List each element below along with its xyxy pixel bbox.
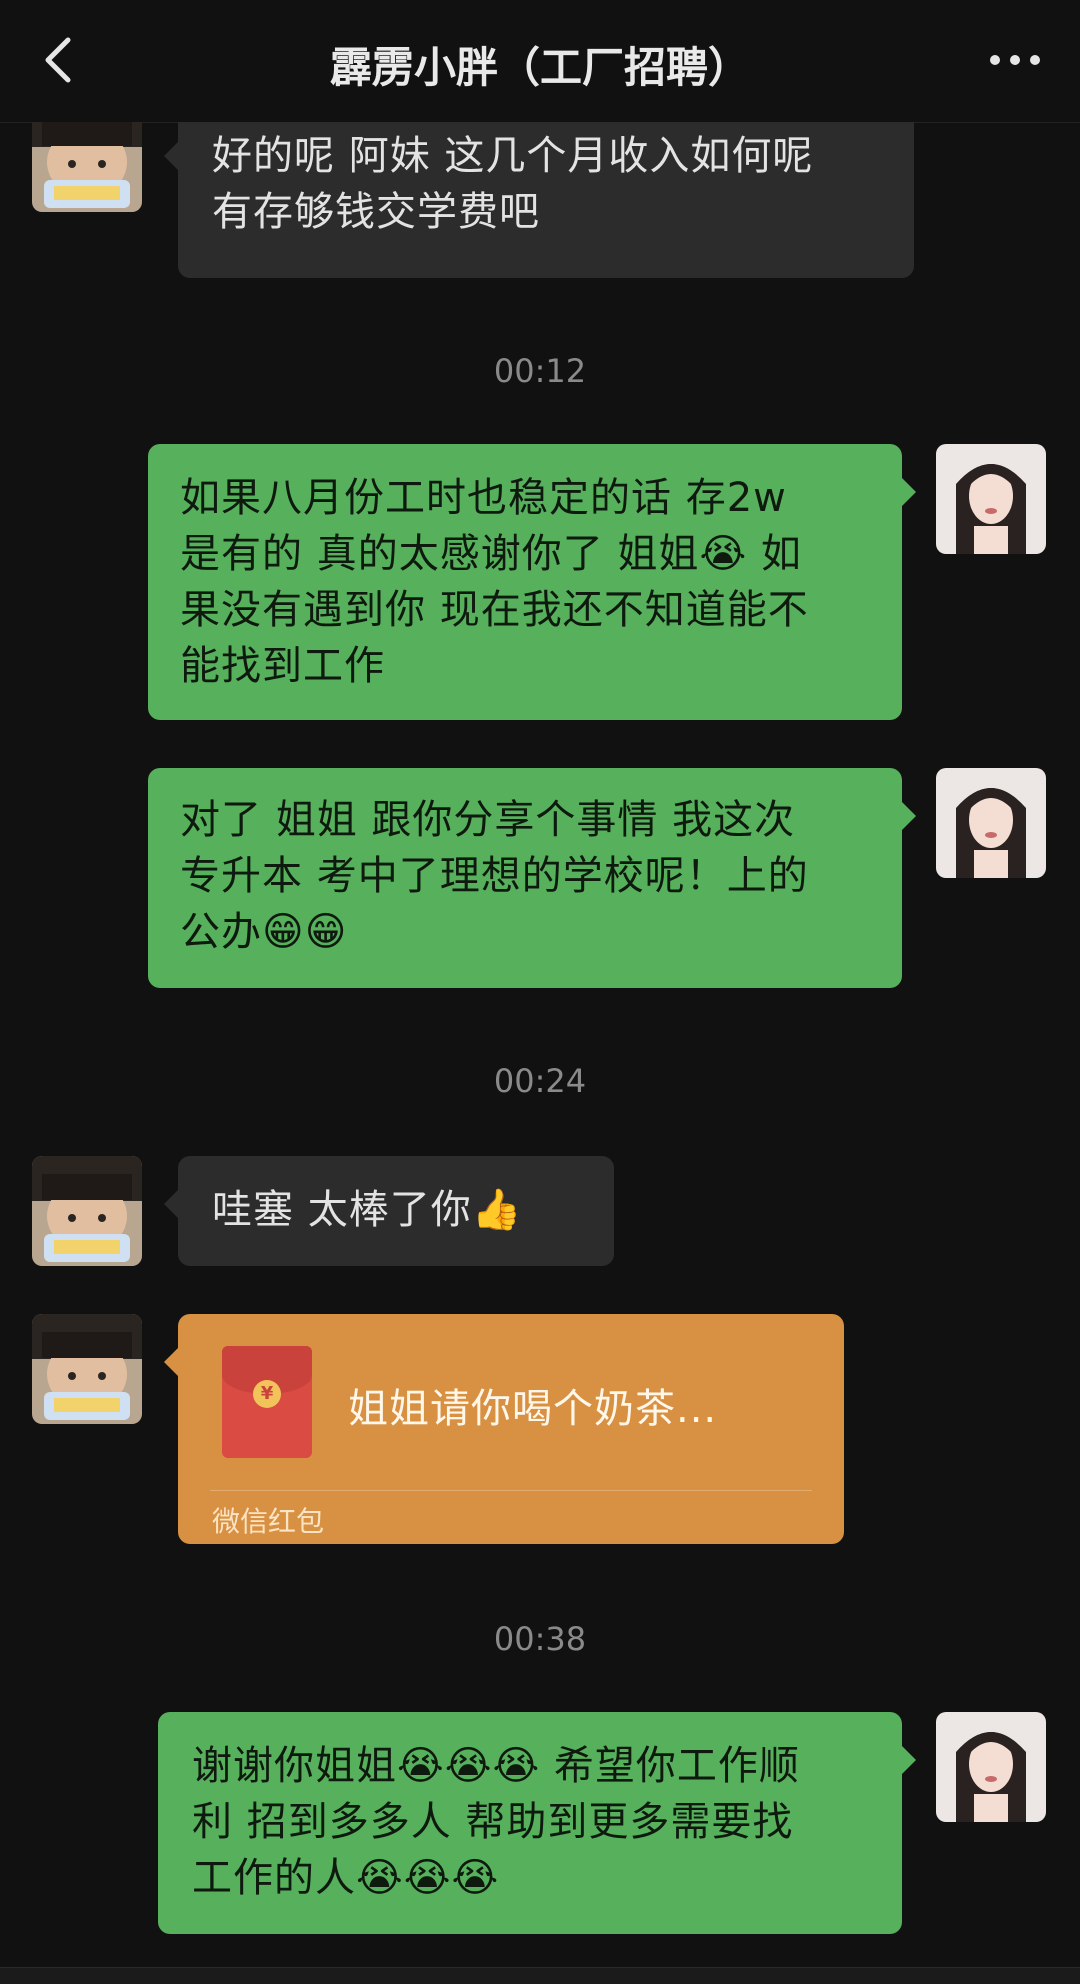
chat-header: 霹雳小胖（工厂招聘）	[0, 0, 1080, 123]
my-avatar[interactable]	[936, 1712, 1046, 1822]
red-packet-icon: ¥	[222, 1346, 312, 1458]
message-bubble[interactable]: 如果八月份工时也稳定的话 存2w 是有的 真的太感谢你了 姐姐😭 如 果没有遇到…	[148, 444, 916, 720]
my-avatar[interactable]	[936, 768, 1046, 878]
chat-title: 霹雳小胖（工厂招聘）	[329, 43, 750, 92]
message-line: 公办😁😁	[180, 909, 348, 955]
contact-avatar[interactable]	[32, 1314, 142, 1424]
message-line: 是有的 真的太感谢你了 姐姐😭 如	[180, 531, 802, 577]
back-button[interactable]	[30, 30, 90, 90]
message-bubble[interactable]: 谢谢你姐姐😭😭😭 希望你工作顺 利 招到多多人 帮助到更多需要找 工作的人😭😭😭	[158, 1712, 916, 1934]
divider	[210, 1490, 812, 1491]
more-dots-icon	[990, 55, 1040, 65]
message-bubble[interactable]: 哇塞 太棒了你👍	[164, 1156, 614, 1266]
contact-avatar[interactable]	[32, 1156, 142, 1266]
message-line: 果没有遇到你 现在我还不知道能不	[180, 587, 809, 633]
timestamp: 00:12	[493, 352, 587, 390]
message-line: 谢谢你姐姐😭😭😭 希望你工作顺	[192, 1743, 800, 1789]
timestamp: 00:38	[493, 1620, 587, 1658]
message-bubble[interactable]: 好的呢 阿妹 这几个月收入如何呢 有存够钱交学费吧	[164, 122, 914, 278]
contact-avatar[interactable]	[32, 122, 142, 212]
message-line: 利 招到多多人 帮助到更多需要找	[192, 1799, 794, 1845]
message-line: 有存够钱交学费吧	[212, 189, 540, 235]
message-line: 对了 姐姐 跟你分享个事情 我这次	[180, 797, 796, 843]
message-line: 哇塞 太棒了你👍	[212, 1187, 523, 1233]
red-packet-text: 姐姐请你喝个奶茶...	[348, 1386, 718, 1432]
thumbs-up-icon: 👍	[471, 1187, 523, 1233]
crying-face-icon: 😭	[699, 531, 748, 577]
input-bar-edge	[0, 1967, 1080, 1984]
my-avatar[interactable]	[936, 444, 1046, 554]
yuan-coin-icon: ¥	[253, 1380, 281, 1408]
red-packet-label: 微信红包	[212, 1505, 325, 1538]
timestamp: 00:24	[493, 1062, 587, 1100]
red-packet-message[interactable]: ¥ 姐姐请你喝个奶茶... 微信红包	[164, 1314, 844, 1544]
message-line: 好的呢 阿妹 这几个月收入如何呢	[212, 133, 814, 179]
message-line: 能找到工作	[180, 643, 385, 689]
crying-face-icon: 😭😭😭	[356, 1855, 500, 1901]
message-line: 如果八月份工时也稳定的话 存2w	[180, 475, 787, 521]
message-bubble[interactable]: 对了 姐姐 跟你分享个事情 我这次 专升本 考中了理想的学校呢！上的 公办😁😁	[148, 768, 916, 988]
chevron-left-icon	[45, 37, 71, 83]
chat-list[interactable]: 好的呢 阿妹 这几个月收入如何呢 有存够钱交学费吧 00:12 如果八月份工时也…	[0, 122, 1080, 1967]
grinning-face-icon: 😁😁	[262, 909, 348, 955]
message-line: 专升本 考中了理想的学校呢！上的	[180, 853, 809, 899]
more-button[interactable]	[980, 40, 1050, 80]
message-line: 工作的人😭😭😭	[192, 1855, 500, 1901]
crying-face-icon: 😭😭😭	[397, 1743, 541, 1789]
